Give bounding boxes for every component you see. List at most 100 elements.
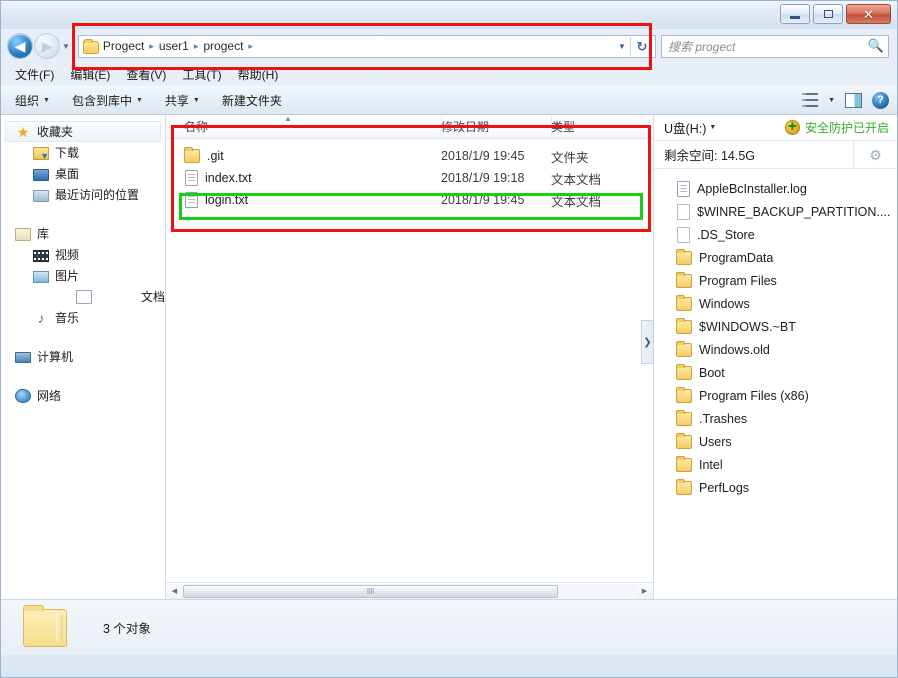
- history-dropdown-icon[interactable]: ▼: [62, 42, 70, 51]
- list-item-label: .DS_Store: [697, 227, 755, 242]
- back-button[interactable]: ◀: [7, 33, 33, 59]
- address-dropdown-icon[interactable]: ▼: [614, 42, 630, 51]
- forward-button[interactable]: ▶: [34, 33, 60, 59]
- plain-file-icon: [677, 226, 690, 243]
- search-box[interactable]: 搜索 progect 🔍: [661, 34, 889, 58]
- sidebar-item-下载[interactable]: 下载: [1, 142, 165, 163]
- breadcrumb-item[interactable]: user1: [155, 38, 193, 54]
- pane-collapse-handle[interactable]: ❯: [641, 320, 654, 364]
- scroll-right-arrow-icon[interactable]: ▶: [636, 583, 653, 600]
- sidebar-item-音乐[interactable]: ♪ 音乐: [1, 307, 165, 328]
- sidebar-item-桌面[interactable]: 桌面: [1, 163, 165, 184]
- list-item[interactable]: Windows: [654, 292, 897, 315]
- list-item[interactable]: Program Files (x86): [654, 384, 897, 407]
- horizontal-scrollbar[interactable]: ◀ llll ▶: [166, 582, 653, 599]
- view-options-icon[interactable]: [802, 93, 819, 107]
- list-item[interactable]: $WINDOWS.~BT: [654, 315, 897, 338]
- back-arrow-icon: ◀: [14, 38, 26, 54]
- scroll-left-arrow-icon[interactable]: ◀: [166, 583, 183, 600]
- gear-icon: ⚙: [869, 146, 882, 163]
- refresh-button[interactable]: ↻: [631, 40, 653, 53]
- sidebar-item-库[interactable]: 库: [1, 223, 165, 244]
- sidebar-item-label: 网络: [37, 389, 62, 403]
- close-button[interactable]: ✕: [846, 4, 891, 24]
- list-item-label: $WINDOWS.~BT: [699, 319, 796, 334]
- toolbar-button[interactable]: 包含到库中 ▼: [72, 92, 143, 109]
- table-row[interactable]: index.txt 2018/1/9 19:18 文本文档: [166, 167, 653, 189]
- sidebar-item-label: 音乐: [55, 311, 80, 325]
- recent-places-icon: [33, 189, 49, 202]
- list-item[interactable]: Program Files: [654, 269, 897, 292]
- list-item-label: .Trashes: [699, 411, 748, 426]
- sidebar-item-收藏夹[interactable]: ★ 收藏夹: [5, 121, 161, 142]
- usb-free-space-row: 剩余空间: 14.5G ⚙: [654, 140, 897, 169]
- list-item[interactable]: ProgramData: [654, 246, 897, 269]
- toolbar-button[interactable]: 新建文件夹: [222, 92, 282, 109]
- search-input[interactable]: 搜索 progect: [668, 38, 868, 55]
- sidebar-item-文档[interactable]: 文档: [1, 286, 165, 307]
- explorer-window: ✕ ◀ ▶ ▼ Progect ▸ user1 ▸ progect ▸ ▼ ↻ 搜索 pr…: [0, 0, 898, 678]
- breadcrumb-item[interactable]: Progect: [99, 38, 148, 54]
- folder-icon: [676, 340, 692, 357]
- table-row[interactable]: .git 2018/1/9 19:45 文件夹: [166, 145, 653, 167]
- scroll-thumb[interactable]: llll: [183, 584, 558, 598]
- list-item[interactable]: Intel: [654, 453, 897, 476]
- list-item-label: Program Files (x86): [699, 388, 809, 403]
- file-name-label: .git: [207, 149, 224, 163]
- sidebar-group: ★ 收藏夹下载桌面最近访问的位置: [1, 121, 165, 205]
- help-icon[interactable]: ?: [872, 91, 889, 109]
- list-item[interactable]: Boot: [654, 361, 897, 384]
- view-options-caret-icon[interactable]: ▼: [828, 97, 835, 104]
- sidebar-item-计算机[interactable]: 计算机: [1, 346, 165, 367]
- menu-item[interactable]: 查看(V): [126, 66, 166, 83]
- list-item-label: Boot: [699, 365, 725, 380]
- column-divider[interactable]: [441, 117, 442, 136]
- breadcrumb-item[interactable]: progect: [199, 38, 247, 54]
- menu-item[interactable]: 文件(F): [15, 66, 54, 83]
- navigation-sidebar: ★ 收藏夹下载桌面最近访问的位置库视频图片文档 ♪ 音乐计算机网络: [1, 115, 166, 599]
- column-header-type[interactable]: 类型: [551, 118, 653, 135]
- folder-icon: [676, 294, 692, 311]
- documents-icon: [75, 290, 92, 304]
- column-header-date[interactable]: 修改日期: [441, 118, 551, 135]
- toolbar-button[interactable]: 组织 ▼: [15, 92, 50, 109]
- preview-pane-icon[interactable]: [845, 92, 862, 108]
- list-item[interactable]: PerfLogs: [654, 476, 897, 499]
- sidebar-item-label: 计算机: [37, 350, 74, 364]
- list-item-label: Intel: [699, 457, 723, 472]
- list-item[interactable]: Users: [654, 430, 897, 453]
- list-item[interactable]: Windows.old: [654, 338, 897, 361]
- list-item[interactable]: .DS_Store: [654, 223, 897, 246]
- sort-indicator-icon: ▲: [284, 114, 292, 123]
- list-item[interactable]: .Trashes: [654, 407, 897, 430]
- chevron-down-icon: ▼: [192, 96, 200, 104]
- toolbar-button[interactable]: 共享 ▼: [165, 92, 200, 109]
- address-bar[interactable]: Progect ▸ user1 ▸ progect ▸ ▼ ↻: [77, 34, 656, 58]
- column-divider[interactable]: [551, 117, 552, 136]
- list-item-label: AppleBcInstaller.log: [697, 181, 807, 196]
- sidebar-item-视频[interactable]: 视频: [1, 244, 165, 265]
- text-file-icon: [185, 192, 198, 208]
- folder-icon: [676, 248, 692, 265]
- usb-settings-button[interactable]: ⚙: [853, 140, 897, 169]
- minimize-icon: [790, 15, 800, 19]
- menu-item[interactable]: 帮助(H): [238, 66, 279, 83]
- column-header-name[interactable]: 名称: [166, 118, 441, 135]
- sidebar-item-label: 视频: [55, 248, 80, 262]
- list-item[interactable]: $WINRE_BACKUP_PARTITION....: [654, 200, 897, 223]
- usb-drive-selector[interactable]: U盘(H:) ▼: [664, 118, 716, 137]
- main-body: ★ 收藏夹下载桌面最近访问的位置库视频图片文档 ♪ 音乐计算机网络 ▲ 名称 修改日期…: [1, 114, 897, 599]
- sidebar-item-图片[interactable]: 图片: [1, 265, 165, 286]
- title-bar: ✕: [1, 1, 897, 29]
- folder-icon: [82, 38, 99, 54]
- sidebar-item-网络[interactable]: 网络: [1, 385, 165, 406]
- table-row[interactable]: login.txt 2018/1/9 19:45 文本文档: [166, 189, 653, 211]
- scroll-track[interactable]: llll: [183, 583, 636, 599]
- toolbar-button-label: 共享: [164, 93, 189, 108]
- sidebar-item-最近访问的位置[interactable]: 最近访问的位置: [1, 184, 165, 205]
- list-item[interactable]: AppleBcInstaller.log: [654, 177, 897, 200]
- minimize-button[interactable]: [780, 4, 810, 24]
- maximize-button[interactable]: [813, 4, 843, 24]
- menu-item[interactable]: 工具(T): [182, 66, 221, 83]
- menu-item[interactable]: 编辑(E): [70, 66, 110, 83]
